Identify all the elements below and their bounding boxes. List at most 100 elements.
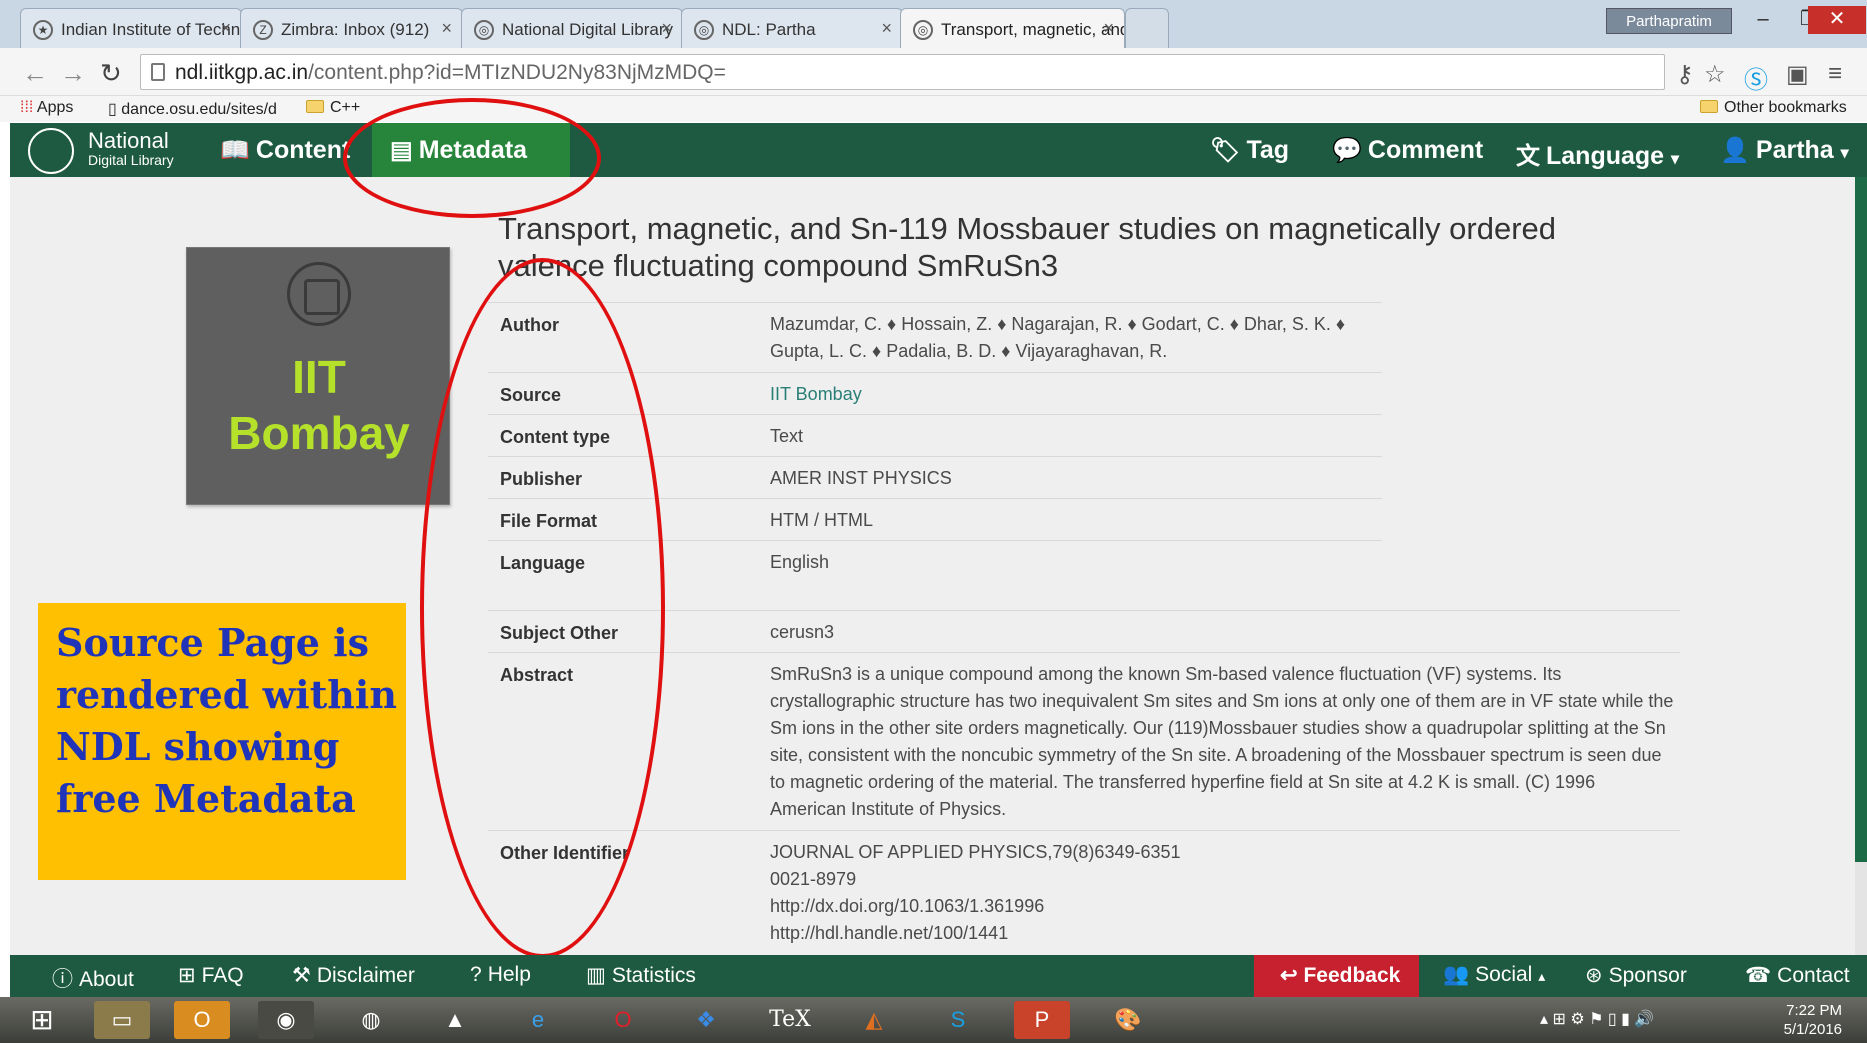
powerpoint-icon[interactable]: P: [1014, 1001, 1070, 1039]
forward-arrow-icon[interactable]: →: [60, 58, 86, 89]
opera-icon[interactable]: O: [595, 1001, 651, 1039]
internet-explorer-icon[interactable]: e: [510, 1001, 566, 1039]
profile-badge[interactable]: Parthapratim: [1606, 8, 1732, 34]
windows-start-icon[interactable]: ⊞: [14, 1001, 70, 1039]
menu-icon[interactable]: ≡: [1828, 60, 1842, 88]
user-icon: 👤: [1720, 137, 1750, 164]
tab-label: Transport, magnetic, and: [941, 20, 1125, 39]
field-value: Mazumdar, C. ♦ Hossain, Z. ♦ Nagarajan, …: [770, 314, 1346, 361]
scrollbar-thumb[interactable]: [1855, 177, 1867, 862]
folder-icon: [1700, 100, 1718, 113]
footer-help[interactable]: ? Help: [470, 963, 531, 987]
ndl-navbar: National Digital Library 📖 Content ▤ Metad…: [10, 123, 1867, 177]
windows-taskbar: ⊞ ▭ O ◉ ◍ ▲ e O ❖ TeX ◭ S P 🎨 ▴ ⊞ ⚙ ⚑ ▯ …: [0, 997, 1867, 1043]
folder-icon: [306, 100, 324, 113]
identifier-link[interactable]: http://hdl.handle.net/100/1441: [770, 920, 1181, 947]
close-tab-icon[interactable]: ×: [1103, 18, 1114, 39]
annotation-ellipse-metadata: [343, 98, 601, 218]
address-bar[interactable]: ndl.iitkgp.ac.in/content.php?id=MTIzNDU2…: [140, 54, 1665, 90]
nav-comment[interactable]: 💬 Comment: [1332, 136, 1483, 165]
identifier: 0021-8979: [770, 869, 857, 889]
google-drive-icon[interactable]: ▲: [427, 1001, 483, 1039]
dropbox-icon[interactable]: ❖: [678, 1001, 734, 1039]
paint-icon[interactable]: 🎨: [1100, 1001, 1156, 1039]
key-icon[interactable]: ⚷: [1676, 60, 1694, 89]
caret-down-icon: ▾: [1671, 151, 1680, 168]
reload-icon[interactable]: ↻: [100, 58, 122, 89]
lifebuoy-icon: ⊛: [1585, 964, 1603, 987]
browser-tab[interactable]: Z Zimbra: Inbox (912) ×: [240, 8, 463, 48]
nav-content[interactable]: 📖 Content: [220, 136, 350, 165]
footer-disclaimer[interactable]: ⚒ Disclaimer: [292, 963, 415, 988]
minimize-icon[interactable]: –: [1740, 6, 1786, 34]
screen: ★ Indian Institute of Techno × Z Zimbra:…: [0, 0, 1867, 1043]
clock[interactable]: 7:22 PM 5/1/2016: [1762, 1001, 1842, 1039]
apps-bookmark[interactable]: ⁞⁞⁞ Apps: [20, 99, 73, 117]
footer-contact[interactable]: ☎ Contact: [1745, 963, 1850, 988]
browser-tab-active[interactable]: ◎ Transport, magnetic, and ×: [900, 8, 1125, 48]
page-icon: [151, 63, 165, 81]
ndl-logo-icon[interactable]: [28, 128, 74, 174]
footer-statistics[interactable]: ▥ Statistics: [586, 963, 696, 988]
close-tab-icon[interactable]: ×: [441, 18, 452, 39]
browser-toolbar: ← → ↻ ndl.iitkgp.ac.in/content.php?id=MT…: [0, 48, 1867, 96]
logo-subtext[interactable]: Digital Library: [88, 152, 174, 168]
language-icon: 文: [1516, 143, 1540, 170]
close-tab-icon[interactable]: ×: [220, 18, 231, 39]
feedback-button[interactable]: ↩ Feedback: [1254, 955, 1419, 997]
footer-faq[interactable]: ⊞ FAQ: [178, 963, 244, 988]
book-icon: 📖: [220, 137, 250, 164]
file-explorer-icon[interactable]: ▭: [94, 1001, 150, 1039]
apps-grid-icon: ⁞⁞⁞: [20, 99, 34, 116]
new-tab-button[interactable]: [1125, 8, 1169, 48]
close-tab-icon[interactable]: ×: [881, 18, 892, 39]
bookmark-star-icon[interactable]: ☆: [1704, 60, 1726, 89]
footer-sponsor[interactable]: ⊛ Sponsor: [1585, 963, 1687, 988]
url-path: /content.php?id=MTIzNDU2Ny83NjMzMDQ=: [308, 61, 726, 84]
window-close-icon[interactable]: ✕: [1808, 6, 1866, 34]
identifier-link[interactable]: http://dx.doi.org/10.1063/1.361996: [770, 893, 1181, 920]
nav-label: Comment: [1367, 136, 1484, 164]
browser-tab[interactable]: ★ Indian Institute of Techno ×: [20, 8, 242, 48]
other-bookmarks[interactable]: Other bookmarks: [1700, 99, 1847, 117]
nav-label: Tag: [1246, 136, 1290, 164]
browser-tabstrip: ★ Indian Institute of Techno × Z Zimbra:…: [0, 0, 1867, 48]
footer-about[interactable]: ⓘ About: [52, 963, 134, 993]
source-thumbnail[interactable]: IIT Bombay: [186, 247, 450, 505]
browser-tab[interactable]: ◎ NDL: Partha ×: [681, 8, 903, 48]
annotation-callout: Source Page is rendered within NDL showi…: [38, 603, 406, 880]
nav-language[interactable]: 文 Language ▾: [1516, 136, 1679, 171]
info-icon: ⓘ: [52, 968, 73, 991]
matlab-icon[interactable]: ◭: [846, 1001, 902, 1039]
source-link[interactable]: IIT Bombay: [770, 381, 862, 408]
nav-label: Language: [1546, 142, 1665, 170]
skype-icon[interactable]: S: [930, 1001, 986, 1039]
back-arrow-icon[interactable]: ←: [22, 58, 48, 89]
browser-tab[interactable]: ◎ National Digital Library ×: [461, 8, 683, 48]
nav-label: Content: [255, 136, 351, 164]
logo-text[interactable]: National: [88, 128, 169, 154]
nav-tag[interactable]: 🏷 Tag: [1210, 136, 1289, 165]
system-tray[interactable]: ▴ ⊞ ⚙ ⚑ ▯ ▮ 🔊: [1540, 1009, 1654, 1029]
nav-user[interactable]: 👤 Partha ▾: [1720, 136, 1849, 165]
bookmark-label: Apps: [36, 99, 74, 116]
footer-social[interactable]: 👥 Social ▴: [1443, 963, 1545, 987]
footer-label: FAQ: [201, 964, 244, 987]
bookmark-folder[interactable]: C++: [306, 99, 360, 117]
identifier: JOURNAL OF APPLIED PHYSICS,79(8)6349-635…: [770, 842, 1181, 862]
bookmark-label: Other bookmarks: [1724, 99, 1847, 116]
tex-icon[interactable]: TeX: [762, 1001, 818, 1039]
outlook-icon[interactable]: O: [174, 1001, 230, 1039]
nav-label: Partha: [1755, 136, 1834, 164]
scrollbar-track[interactable]: [1855, 862, 1867, 955]
bookmark-item[interactable]: ▯ dance.osu.edu/sites/d: [108, 99, 277, 119]
phone-icon: ☎: [1745, 964, 1772, 987]
chrome-icon[interactable]: ◉: [258, 1001, 314, 1039]
extension-icon[interactable]: ▣: [1786, 60, 1809, 89]
close-tab-icon[interactable]: ×: [661, 18, 672, 39]
firefox-icon[interactable]: ◍: [343, 1001, 399, 1039]
ndl-favicon: ◎: [694, 20, 714, 40]
footer-label: Contact: [1777, 964, 1850, 987]
field-value: Text: [770, 426, 804, 446]
skype-extension-icon[interactable]: Ⓢ: [1744, 60, 1768, 95]
